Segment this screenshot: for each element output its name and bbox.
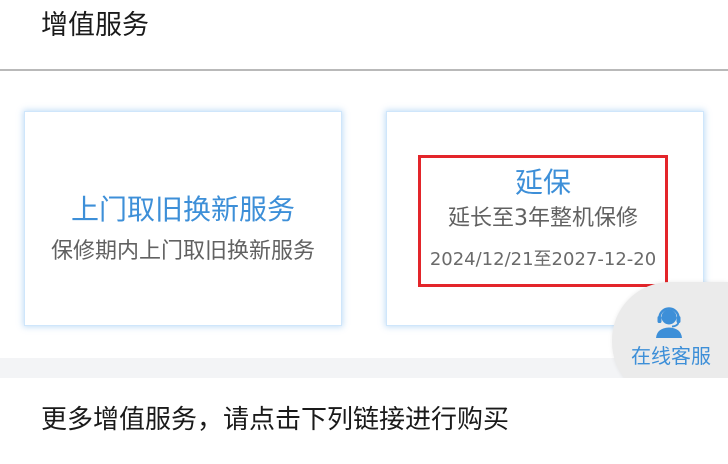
extended-warranty-highlight: 延保 延长至3年整机保修 2024/12/21至2027-12-20 (418, 155, 668, 287)
extended-warranty-title: 延保 (514, 166, 571, 199)
section-title: 增值服务 (41, 10, 149, 41)
trade-in-card-subtitle: 保修期内上门取旧换新服务 (50, 239, 315, 264)
more-services-text: 更多增值服务，请点击下列链接进行购买 (41, 405, 510, 435)
extended-warranty-subtitle: 延长至3年整机保修 (448, 206, 638, 231)
trade-in-card-title: 上门取旧换新服务 (70, 193, 295, 226)
section-divider (0, 69, 728, 71)
more-services-section: 更多增值服务，请点击下列链接进行购买 (0, 378, 728, 464)
headset-agent-icon (653, 305, 685, 339)
online-customer-service-label: 在线客服 (631, 344, 711, 368)
trade-in-service-card[interactable]: 上门取旧换新服务 保修期内上门取旧换新服务 (24, 111, 342, 326)
extended-warranty-date-range: 2024/12/21至2027-12-20 (429, 249, 657, 270)
